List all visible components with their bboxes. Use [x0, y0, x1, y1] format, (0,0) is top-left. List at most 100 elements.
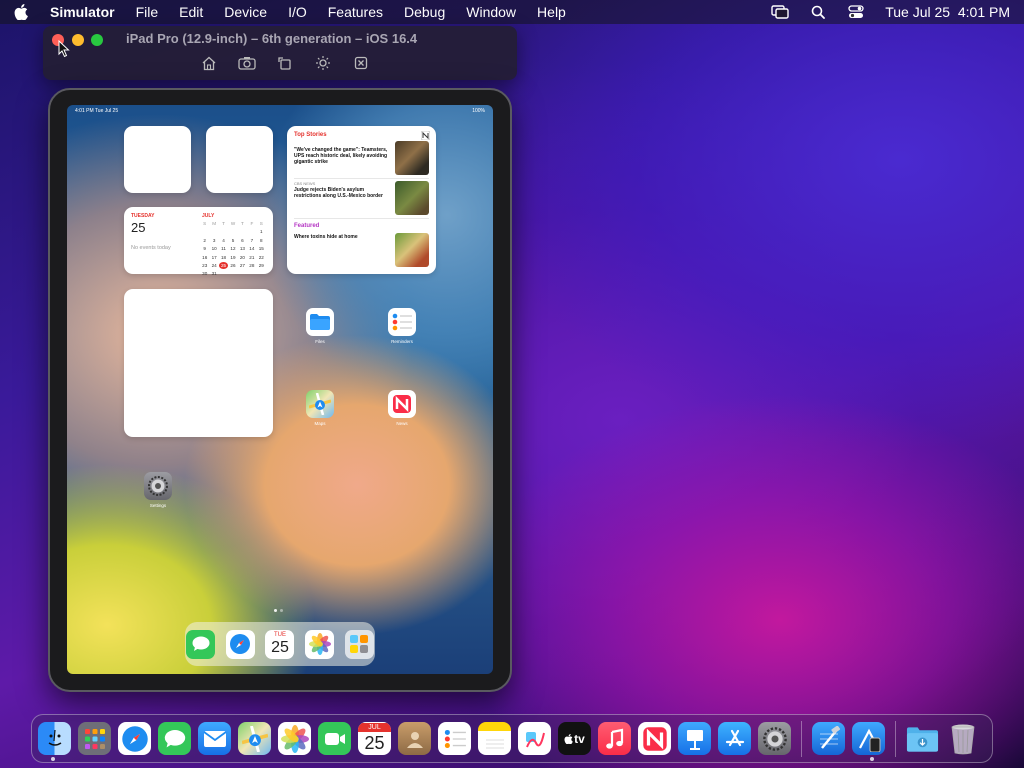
system-settings-icon[interactable] [758, 722, 791, 755]
rotate-icon[interactable] [274, 54, 296, 72]
calendar-weekday-header: W [230, 221, 236, 226]
reminders-icon[interactable] [438, 722, 471, 755]
calendar-day: 7 [250, 237, 254, 243]
menubar-clock[interactable]: Tue Jul 25 4:01 PM [885, 4, 1010, 20]
downloads-icon[interactable] [906, 722, 939, 755]
photos-icon[interactable] [305, 629, 335, 659]
photos-icon[interactable] [278, 722, 311, 755]
minimize-button[interactable] [72, 34, 84, 46]
news-featured[interactable]: Featured Where toxins hide at home [294, 223, 429, 267]
news-story-headline: "We've changed the game": Teamsters, UPS… [294, 147, 388, 165]
calendar-day: 9 [203, 246, 206, 252]
apple-menu-icon[interactable] [14, 4, 30, 20]
control-center-icon[interactable] [847, 4, 865, 20]
simulator-icon[interactable] [852, 722, 885, 755]
news-icon[interactable] [638, 722, 671, 755]
app-label: Maps [314, 421, 326, 426]
blank-widget-large[interactable] [124, 289, 273, 437]
dock-calendar-month: JUL [358, 723, 391, 732]
xcode-icon[interactable] [812, 722, 845, 755]
app-library-icon[interactable] [344, 629, 374, 659]
menu-help[interactable]: Help [537, 4, 566, 20]
ipad-home-screen[interactable]: 4:01 PM Tue Jul 25 100% TUESDAY 25 No ev… [67, 105, 493, 674]
news-story-1[interactable]: "We've changed the game": Teamsters, UPS… [294, 141, 429, 177]
calendar-day: 24 [211, 262, 217, 268]
safari-icon[interactable] [225, 629, 255, 659]
calendar-date: 25 [131, 220, 146, 235]
calendar-day [209, 228, 218, 235]
messages-icon[interactable] [186, 629, 216, 659]
contacts-icon[interactable] [398, 722, 431, 755]
app-files[interactable]: Files [304, 308, 336, 344]
menu-io[interactable]: I/O [288, 4, 307, 20]
maps-icon[interactable] [238, 722, 271, 755]
safari-icon[interactable] [118, 722, 151, 755]
page-dot [280, 609, 283, 612]
finder-icon[interactable] [38, 722, 71, 755]
calendar-weekday-header: S [203, 221, 207, 226]
calendar-day: 26 [230, 262, 236, 268]
calendar-day: 31 [211, 271, 217, 277]
spotlight-search-icon[interactable] [809, 4, 827, 20]
ipad-device-frame: 4:01 PM Tue Jul 25 100% TUESDAY 25 No ev… [48, 88, 512, 692]
notes-icon[interactable] [478, 722, 511, 755]
launchpad-icon[interactable] [78, 722, 111, 755]
app-news[interactable]: News [386, 390, 418, 426]
menu-edit[interactable]: Edit [179, 4, 203, 20]
blank-widget-2[interactable] [206, 126, 273, 193]
music-icon[interactable] [598, 722, 631, 755]
freeform-icon[interactable] [518, 722, 551, 755]
menu-device[interactable]: Device [224, 4, 267, 20]
app-settings[interactable]: Settings [142, 472, 174, 508]
calendar-day: 5 [231, 237, 235, 243]
news-top-stories-title: Top Stories [294, 132, 327, 138]
app-label: News [396, 421, 408, 426]
calendar-no-events: No events today [131, 245, 171, 251]
news-widget[interactable]: Top Stories "We've changed the game": Te… [287, 126, 436, 274]
calendar-weekday-header: T [222, 221, 225, 226]
news-story-2[interactable]: CBS NEWS Judge rejects Biden's asylum re… [294, 181, 429, 217]
app-maps[interactable]: Maps [304, 390, 336, 426]
mail-icon[interactable] [198, 722, 231, 755]
calendar-day [219, 228, 228, 235]
calendar-icon[interactable]: JUL 25 [358, 722, 391, 755]
screenshot-icon[interactable] [236, 54, 258, 72]
blank-widget-1[interactable] [124, 126, 191, 193]
menu-features[interactable]: Features [328, 4, 383, 20]
appearance-icon[interactable] [312, 54, 334, 72]
calendar-icon[interactable]: TUE 25 [265, 629, 295, 659]
calendar-day [238, 228, 247, 235]
dock-calendar-day: 25 [364, 733, 385, 753]
news-featured-headline: Where toxins hide at home [294, 234, 358, 240]
tv-label: tv [574, 731, 585, 746]
keynote-icon[interactable] [678, 722, 711, 755]
calendar-day: 2 [203, 237, 206, 243]
trash-icon[interactable] [946, 722, 979, 755]
home-icon[interactable] [198, 54, 220, 72]
menu-app-simulator[interactable]: Simulator [50, 4, 115, 20]
dock-calendar-day: 25 [271, 639, 289, 656]
dock-separator [801, 720, 802, 757]
menu-file[interactable]: File [136, 4, 159, 20]
simulator-running-indicator [870, 757, 874, 761]
calendar-day: 20 [239, 254, 245, 260]
app-store-icon[interactable] [718, 722, 751, 755]
menu-window[interactable]: Window [466, 4, 516, 20]
status-battery: 100% [472, 108, 485, 114]
facetime-icon[interactable] [318, 722, 351, 755]
maps-icon [306, 390, 334, 418]
app-reminders[interactable]: Reminders [386, 308, 418, 344]
close-window-icon[interactable] [350, 54, 372, 72]
zoom-button[interactable] [91, 34, 103, 46]
tv-icon[interactable]: tv [558, 722, 591, 755]
macos-dock: JUL 25 tv [31, 714, 993, 763]
messages-icon[interactable] [158, 722, 191, 755]
app-label: Reminders [391, 339, 413, 344]
news-divider [294, 218, 429, 219]
calendar-widget[interactable]: TUESDAY 25 No events today JULY SMTWTFS1… [124, 207, 273, 277]
page-indicator[interactable] [274, 609, 283, 612]
calendar-day: 18 [221, 254, 227, 260]
news-story-thumbnail [395, 181, 429, 215]
menu-debug[interactable]: Debug [404, 4, 445, 20]
screen-mirroring-icon[interactable] [771, 4, 789, 20]
